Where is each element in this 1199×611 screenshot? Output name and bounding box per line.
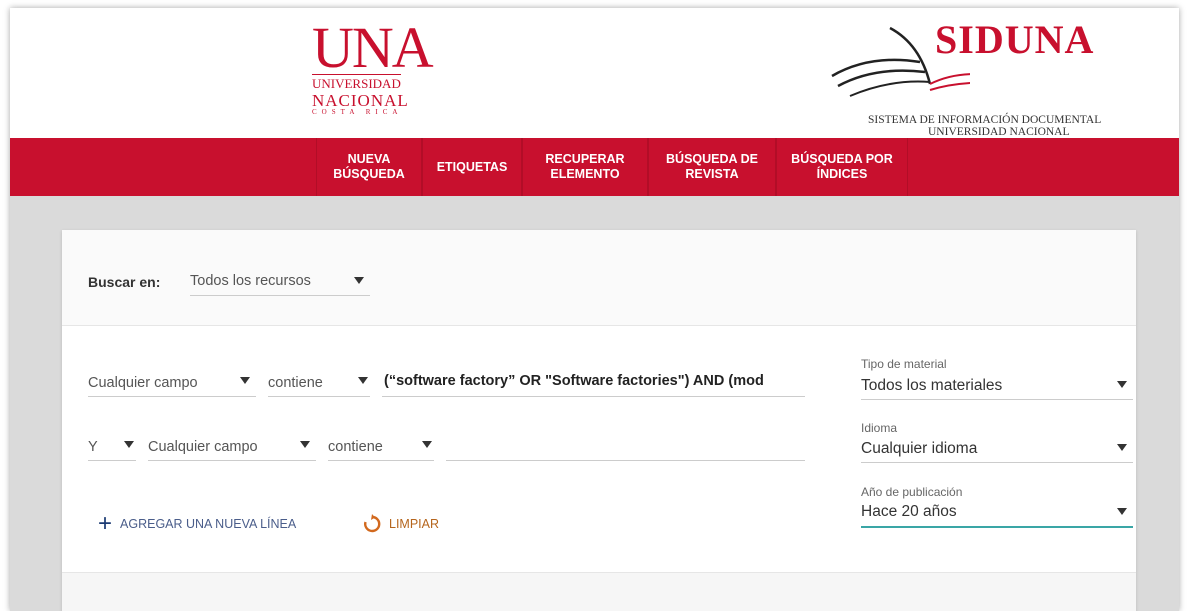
header: UNA UNIVERSIDAD NACIONAL COSTA RICA SIDU… xyxy=(10,8,1179,138)
siduna-logo[interactable]: SIDUNA SISTEMA DE INFORMACIÓN DOCUMENTAL… xyxy=(830,16,1160,138)
language-filter-value: Cualquier idioma xyxy=(861,440,978,457)
nav-nueva-busqueda[interactable]: NUEVA BÚSQUEDA xyxy=(316,138,422,196)
refresh-icon xyxy=(364,514,381,533)
year-filter-value: Hace 20 años xyxy=(861,503,957,520)
panel-footer xyxy=(62,572,1136,611)
year-filter-label: Año de publicación xyxy=(861,485,963,499)
material-filter-select[interactable]: Todos los materiales xyxy=(861,375,1133,400)
una-logo-line3: COSTA RICA xyxy=(312,108,403,116)
year-filter-select[interactable]: Hace 20 años xyxy=(861,502,1133,528)
row1-field-select[interactable]: Cualquier campo xyxy=(88,370,256,397)
language-filter-select[interactable]: Cualquier idioma xyxy=(861,438,1133,463)
scope-label: Buscar en: xyxy=(88,274,161,290)
material-filter-value: Todos los materiales xyxy=(861,377,1003,394)
nav-recuperar-elemento[interactable]: RECUPERAR ELEMENTO xyxy=(522,138,648,196)
row2-field-select[interactable]: Cualquier campo xyxy=(148,434,316,461)
scope-select-value: Todos los recursos xyxy=(190,273,311,289)
language-filter-label: Idioma xyxy=(861,421,898,435)
una-logo-line1: UNIVERSIDAD xyxy=(312,74,401,91)
material-filter-label: Tipo de material xyxy=(861,357,947,371)
una-logo-line2: NACIONAL xyxy=(312,91,409,110)
row1-query-input[interactable]: (“software factory” OR "Software factori… xyxy=(382,370,805,397)
siduna-subtitle-line1: SISTEMA DE INFORMACIÓN DOCUMENTAL xyxy=(868,114,1102,126)
chevron-down-icon xyxy=(300,441,310,448)
chevron-down-icon xyxy=(354,277,364,284)
una-logo[interactable]: UNA UNIVERSIDAD NACIONAL COSTA RICA xyxy=(312,15,442,117)
row1-operator-value: contiene xyxy=(268,375,323,391)
search-panel: Buscar en: Todos los recursos Cualquier … xyxy=(62,230,1136,611)
row2-boolean-value: Y xyxy=(88,439,98,455)
clear-label: LIMPIAR xyxy=(389,517,440,531)
row1-field-value: Cualquier campo xyxy=(88,375,198,391)
chevron-down-icon xyxy=(422,441,432,448)
page-frame: UNA UNIVERSIDAD NACIONAL COSTA RICA SIDU… xyxy=(10,8,1179,611)
row2-field-value: Cualquier campo xyxy=(148,439,258,455)
chevron-down-icon xyxy=(358,377,368,384)
row2-operator-value: contiene xyxy=(328,439,383,455)
chevron-down-icon xyxy=(1117,381,1127,388)
siduna-subtitle-line2: UNIVERSIDAD NACIONAL xyxy=(928,126,1070,138)
row2-boolean-select[interactable]: Y xyxy=(88,434,136,461)
una-logo-big: UNA xyxy=(312,15,434,80)
add-line-button[interactable]: + AGREGAR UNA NUEVA LÍNEA xyxy=(98,510,297,537)
main-nav: NUEVA BÚSQUEDA ETIQUETAS RECUPERAR ELEME… xyxy=(10,138,1179,196)
nav-busqueda-indices[interactable]: BÚSQUEDA POR ÍNDICES xyxy=(776,138,908,196)
search-scope-bar: Buscar en: Todos los recursos xyxy=(62,230,1136,326)
chevron-down-icon xyxy=(1117,444,1127,451)
chevron-down-icon xyxy=(240,377,250,384)
nav-busqueda-revista[interactable]: BÚSQUEDA DE REVISTA xyxy=(648,138,776,196)
row2-query-input[interactable] xyxy=(446,434,805,461)
row1-operator-select[interactable]: contiene xyxy=(268,370,370,397)
add-line-label: AGREGAR UNA NUEVA LÍNEA xyxy=(120,517,297,531)
clear-button[interactable]: LIMPIAR xyxy=(362,514,439,534)
siduna-title: SIDUNA xyxy=(935,17,1095,62)
plus-icon: + xyxy=(98,510,113,537)
row2-operator-select[interactable]: contiene xyxy=(328,434,434,461)
nav-etiquetas[interactable]: ETIQUETAS xyxy=(422,138,522,196)
row1-query-value: (“software factory” OR "Software factori… xyxy=(384,373,764,389)
scope-select[interactable]: Todos los recursos xyxy=(190,270,370,296)
chevron-down-icon xyxy=(124,441,134,448)
chevron-down-icon xyxy=(1117,508,1127,515)
